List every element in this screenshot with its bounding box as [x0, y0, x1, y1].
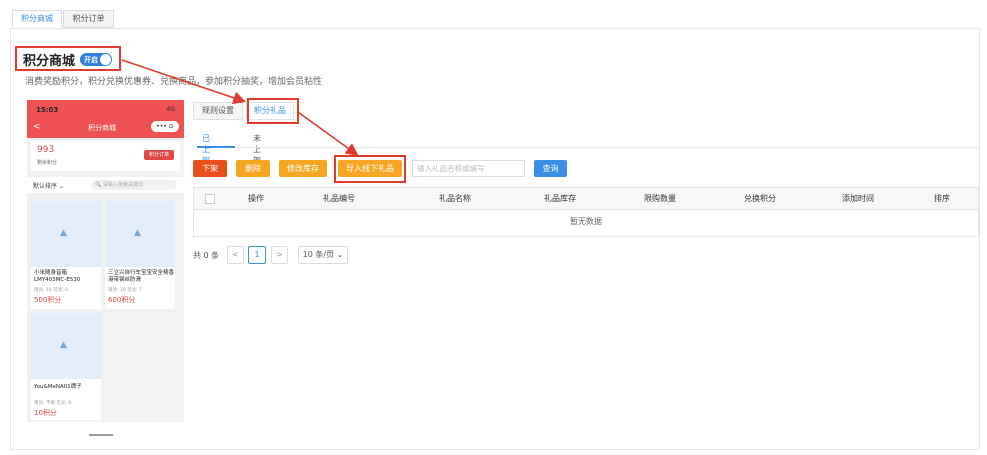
annotation-arrows — [121, 59, 359, 156]
annotation-arrow — [121, 59, 247, 104]
annotation-arrow — [297, 111, 359, 156]
